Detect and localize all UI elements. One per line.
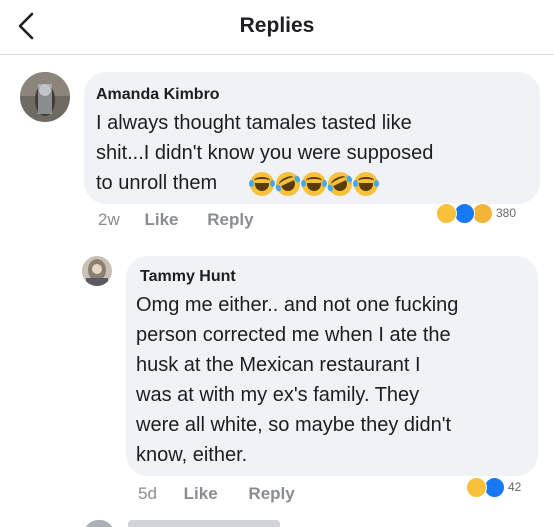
reply-line: was at with my ex's family. They — [136, 384, 420, 406]
laughing-face-icon — [249, 172, 275, 196]
next-reply-bubble — [128, 520, 280, 527]
like-reaction-icon — [484, 476, 505, 498]
comment-meta: 2w Like Reply — [98, 210, 254, 230]
reply-line: know, either. — [136, 444, 248, 466]
like-button[interactable]: Like — [184, 484, 218, 504]
reply-button[interactable]: Reply — [248, 484, 294, 504]
reply-line: person corrected me when I ate the — [136, 324, 451, 346]
reply-meta: 5d Like Reply — [138, 484, 295, 504]
reaction-count: 42 — [508, 480, 522, 494]
reply-button[interactable]: Reply — [207, 210, 253, 230]
haha-reaction-icon — [436, 202, 457, 224]
avatar-tammy[interactable] — [82, 256, 112, 286]
comment-time: 2w — [98, 210, 120, 229]
reply-time: 5d — [138, 484, 157, 503]
page-title: Replies — [239, 14, 315, 37]
reply-line: were all white, so maybe they didn't — [136, 414, 452, 436]
rolling-laughing-face-icon — [324, 168, 356, 200]
reaction-count: 380 — [496, 206, 517, 220]
comment-line: shit...I didn't know you were supposed — [96, 142, 434, 164]
rolling-laughing-face-icon — [272, 168, 304, 200]
next-reply-avatar — [84, 520, 114, 527]
wow-reaction-icon — [472, 202, 493, 224]
inline-emojis — [249, 168, 379, 200]
laughing-face-icon — [353, 172, 379, 196]
comment-reactions[interactable]: 380 — [436, 202, 516, 224]
reply-reactions[interactable]: 42 — [466, 476, 521, 498]
haha-reaction-icon — [466, 476, 487, 498]
comment-line: I always thought tamales tasted like — [96, 112, 412, 134]
replies-screen: Replies Amanda Kimbro I always thought t… — [0, 0, 554, 527]
reply-line: Omg me either.. and not one fucking — [136, 294, 459, 316]
laughing-face-icon — [301, 172, 327, 196]
avatar-amanda[interactable] — [20, 72, 70, 122]
like-reaction-icon — [454, 202, 475, 224]
reply-author[interactable]: Tammy Hunt — [140, 268, 236, 286]
reply-text: Omg me either.. and not one fucking pers… — [136, 290, 536, 470]
like-button[interactable]: Like — [144, 210, 178, 230]
reply-line: husk at the Mexican restaurant I — [136, 354, 421, 376]
top-bar: Replies — [0, 0, 554, 55]
comment-author[interactable]: Amanda Kimbro — [96, 86, 220, 104]
